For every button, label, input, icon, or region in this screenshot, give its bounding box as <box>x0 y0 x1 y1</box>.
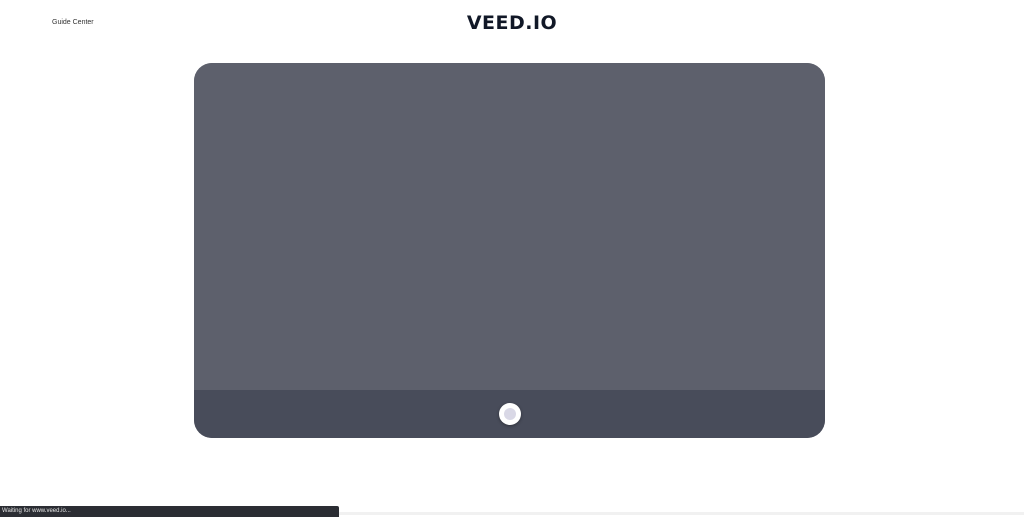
page: Guide Center VEED.IO Waiting for www.vee… <box>0 0 1024 517</box>
browser-status-bar: Waiting for www.veed.io... <box>0 506 339 517</box>
recorder-control-bar <box>194 390 825 438</box>
recorder-panel <box>194 63 825 438</box>
camera-preview-area <box>194 63 825 390</box>
page-bottom-edge <box>339 512 1024 515</box>
veed-logo[interactable]: VEED.IO <box>0 12 1024 34</box>
record-icon <box>503 408 516 420</box>
record-button[interactable] <box>498 403 521 425</box>
